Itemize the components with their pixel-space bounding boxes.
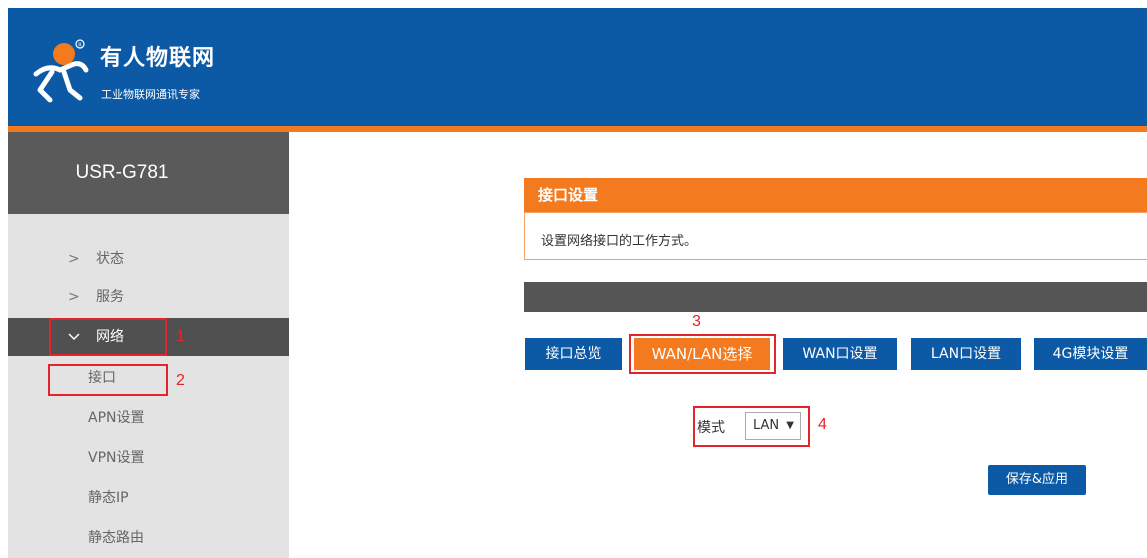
- annotation-number-3: 3: [692, 313, 701, 330]
- header-bar: R 有人物联网 工业物联网通讯专家: [8, 8, 1147, 126]
- sidebar-item-label: 服务: [96, 289, 124, 305]
- svg-text:R: R: [78, 42, 82, 48]
- annotation-box-4: [693, 406, 810, 447]
- annotation-box-3: [629, 334, 776, 374]
- logo-icon: R: [33, 39, 89, 103]
- sidebar-item-label: 状态: [96, 251, 124, 267]
- tab-wan-settings[interactable]: WAN口设置: [783, 338, 897, 370]
- tab-4g-settings[interactable]: 4G模块设置: [1034, 338, 1147, 370]
- chevron-right-icon: >: [68, 251, 80, 267]
- section-description-text: 设置网络接口的工作方式。: [541, 234, 698, 249]
- annotation-box-1: [49, 318, 167, 356]
- brand-slogan: 工业物联网通讯专家: [101, 88, 200, 101]
- sidebar-item-service[interactable]: > 服务: [8, 278, 289, 316]
- tab-lan-settings[interactable]: LAN口设置: [911, 338, 1021, 370]
- chevron-right-icon: >: [68, 289, 80, 305]
- toolbar-bar: [524, 282, 1147, 312]
- brand-name: 有人物联网: [100, 46, 216, 71]
- section-title: 接口设置: [524, 178, 1147, 212]
- annotation-number-4: 4: [818, 416, 827, 433]
- annotation-box-2: [48, 364, 168, 396]
- submenu-item-apn[interactable]: APN设置: [88, 400, 145, 436]
- device-name: USR-G781: [75, 162, 169, 183]
- save-apply-button[interactable]: 保存&应用: [988, 465, 1086, 495]
- submenu-item-vpn[interactable]: VPN设置: [88, 440, 145, 476]
- annotation-number-1: 1: [176, 328, 185, 345]
- section-description: 设置网络接口的工作方式。: [524, 212, 1147, 260]
- sidebar-item-status[interactable]: > 状态: [8, 240, 289, 278]
- annotation-number-2: 2: [176, 372, 185, 389]
- tab-overview[interactable]: 接口总览: [525, 338, 622, 370]
- submenu-item-static-route[interactable]: 静态路由: [88, 520, 144, 556]
- submenu-item-static-ip[interactable]: 静态IP: [88, 480, 129, 516]
- device-box: USR-G781: [8, 132, 289, 214]
